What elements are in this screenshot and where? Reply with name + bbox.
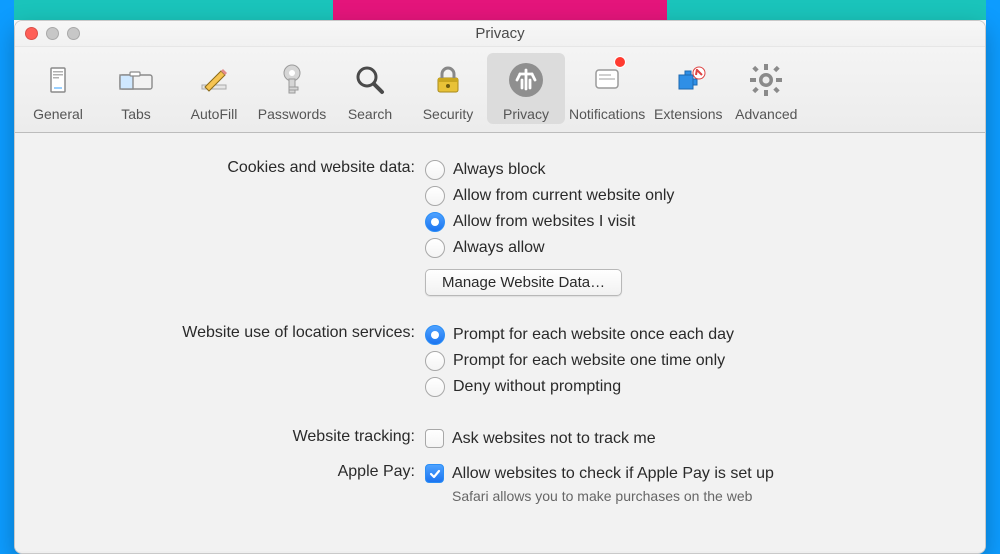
- location-option-1-label: Prompt for each website one time only: [453, 352, 725, 370]
- cookies-option-current-only[interactable]: Allow from current website only: [425, 183, 955, 209]
- tab-advanced-label: Advanced: [735, 106, 797, 122]
- preferences-window: Privacy General Tabs AutoFill Passwords: [14, 20, 986, 554]
- radio-icon: [425, 351, 445, 371]
- gear-icon: [743, 57, 789, 103]
- privacy-icon: [503, 57, 549, 103]
- tab-autofill[interactable]: AutoFill: [175, 53, 253, 124]
- titlebar: Privacy: [15, 21, 985, 47]
- extensions-icon: [665, 57, 711, 103]
- tab-passwords[interactable]: Passwords: [253, 53, 331, 124]
- cookies-section-label: Cookies and website data:: [45, 157, 425, 177]
- radio-icon: [425, 186, 445, 206]
- decorative-frame-top: [0, 0, 1000, 20]
- security-icon: [425, 57, 471, 103]
- tab-extensions-label: Extensions: [654, 106, 722, 122]
- tracking-do-not-track-checkbox[interactable]: Ask websites not to track me: [425, 426, 955, 451]
- decorative-frame-right: [986, 0, 1000, 554]
- tracking-checkbox-label: Ask websites not to track me: [452, 430, 656, 448]
- radio-checked-icon: [425, 212, 445, 232]
- cookies-option-2-label: Allow from websites I visit: [453, 213, 635, 231]
- radio-icon: [425, 160, 445, 180]
- radio-icon: [425, 238, 445, 258]
- tab-general[interactable]: General: [19, 53, 97, 124]
- window-title: Privacy: [15, 25, 985, 42]
- preferences-toolbar: General Tabs AutoFill Passwords Search: [15, 47, 985, 133]
- applepay-section-label: Apple Pay:: [45, 461, 425, 481]
- cookies-option-always-allow[interactable]: Always allow: [425, 235, 955, 261]
- tab-extensions[interactable]: Extensions: [649, 53, 727, 124]
- location-option-deny[interactable]: Deny without prompting: [425, 374, 955, 400]
- tab-tabs-label: Tabs: [121, 106, 151, 122]
- checkbox-icon: [425, 429, 444, 448]
- cookies-option-always-block[interactable]: Always block: [425, 157, 955, 183]
- location-option-2-label: Deny without prompting: [453, 378, 621, 396]
- tab-tabs[interactable]: Tabs: [97, 53, 175, 124]
- location-option-one-time[interactable]: Prompt for each website one time only: [425, 348, 955, 374]
- radio-checked-icon: [425, 325, 445, 345]
- tabs-icon: [113, 57, 159, 103]
- tab-security[interactable]: Security: [409, 53, 487, 124]
- tab-notifications[interactable]: Notifications: [565, 53, 649, 124]
- tab-notifications-label: Notifications: [569, 106, 645, 122]
- checkbox-checked-icon: [425, 464, 444, 483]
- tab-privacy-label: Privacy: [503, 106, 549, 122]
- location-option-0-label: Prompt for each website once each day: [453, 326, 734, 344]
- applepay-hint: Safari allows you to make purchases on t…: [425, 486, 955, 504]
- tracking-section-label: Website tracking:: [45, 426, 425, 446]
- radio-icon: [425, 377, 445, 397]
- privacy-pane: Cookies and website data: Always block A…: [15, 133, 985, 551]
- applepay-checkbox[interactable]: Allow websites to check if Apple Pay is …: [425, 461, 955, 486]
- cookies-option-3-label: Always allow: [453, 239, 545, 257]
- manage-website-data-button[interactable]: Manage Website Data…: [425, 269, 622, 296]
- location-section-label: Website use of location services:: [45, 322, 425, 342]
- search-icon: [347, 57, 393, 103]
- cookies-option-0-label: Always block: [453, 161, 545, 179]
- general-icon: [35, 57, 81, 103]
- decorative-frame-left: [0, 0, 14, 554]
- tab-passwords-label: Passwords: [258, 106, 326, 122]
- tab-privacy[interactable]: Privacy: [487, 53, 565, 124]
- notifications-icon: [584, 57, 630, 103]
- tab-search-label: Search: [348, 106, 392, 122]
- tab-advanced[interactable]: Advanced: [727, 53, 805, 124]
- cookies-option-1-label: Allow from current website only: [453, 187, 674, 205]
- applepay-checkbox-label: Allow websites to check if Apple Pay is …: [452, 465, 774, 483]
- tab-autofill-label: AutoFill: [191, 106, 238, 122]
- tab-security-label: Security: [423, 106, 474, 122]
- tab-general-label: General: [33, 106, 83, 122]
- location-option-each-day[interactable]: Prompt for each website once each day: [425, 322, 955, 348]
- cookies-option-websites-i-visit[interactable]: Allow from websites I visit: [425, 209, 955, 235]
- tab-search[interactable]: Search: [331, 53, 409, 124]
- passwords-icon: [269, 57, 315, 103]
- autofill-icon: [191, 57, 237, 103]
